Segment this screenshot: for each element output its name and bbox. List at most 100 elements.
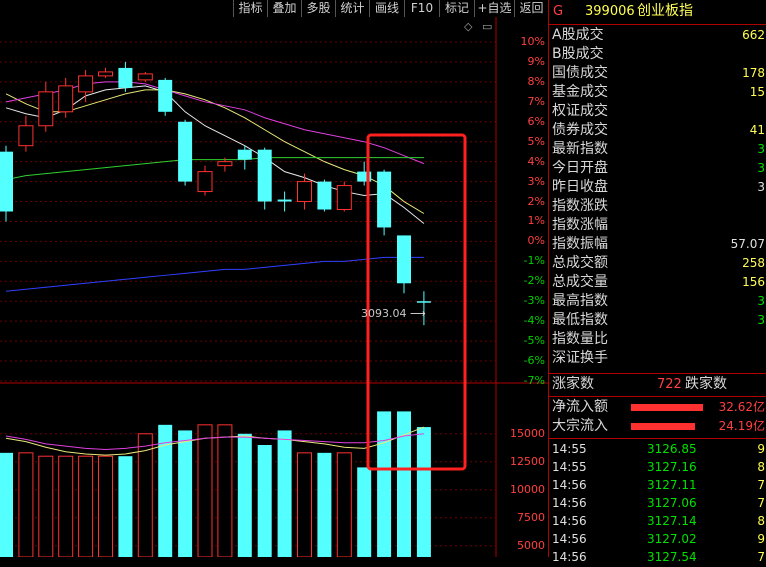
price-tick-label: -1%	[523, 254, 545, 268]
flow-row: 大宗流入 24.19亿	[549, 417, 766, 436]
tick-time: 14:56	[552, 532, 587, 546]
toolbar-indicator-button[interactable]: 指标	[233, 0, 267, 17]
info-row-label: 最低指数	[552, 312, 608, 328]
price-tick-label: 0%	[527, 234, 545, 248]
volume-bar	[277, 430, 292, 557]
volume-bar	[357, 467, 372, 557]
candle-body	[377, 171, 392, 228]
candle-body	[118, 67, 133, 88]
tick-price: 3127.16	[647, 460, 697, 474]
volume-ma-yellow	[5, 426, 425, 456]
tick-volume: 9	[757, 442, 765, 456]
price-tick-label: 1%	[527, 214, 545, 228]
kline-chart[interactable]	[0, 17, 548, 557]
info-row-label: 深证换手	[552, 350, 608, 366]
price-tick-label: -5%	[523, 334, 545, 348]
candle-body	[38, 91, 54, 127]
volume-tick-label: 5000	[517, 538, 545, 552]
candle-body	[78, 75, 94, 93]
candle-body	[317, 181, 332, 210]
volume-bar	[38, 455, 54, 557]
index-code: 399006	[585, 4, 635, 19]
tick-row: 14:56 3127.11 7	[549, 476, 766, 495]
tick-volume: 8	[757, 514, 765, 528]
info-row-label: 国债成交	[552, 65, 608, 81]
info-row-label: 今日开盘	[552, 160, 608, 176]
info-row: 指数量比	[549, 330, 766, 349]
info-row: 基金成交 15	[549, 83, 766, 102]
volume-bar	[137, 433, 153, 557]
volume-ma-magenta	[5, 433, 424, 450]
tick-row: 14:56 3127.14 8	[549, 512, 766, 531]
tick-time: 14:55	[552, 442, 587, 456]
toolbar-multi-stock-button[interactable]: 多股	[301, 0, 335, 17]
volume-bar	[18, 452, 34, 557]
info-row: 昨日收盘 3	[549, 178, 766, 197]
info-row-value: 258	[742, 256, 765, 270]
info-row: 指数涨跌	[549, 197, 766, 216]
toolbar-add-watchlist-button[interactable]: +自选	[474, 0, 514, 17]
info-row-label: 债券成交	[552, 122, 608, 138]
candle-body	[178, 121, 193, 182]
candle-body	[18, 125, 34, 147]
price-tick-label: 10%	[520, 35, 545, 48]
window-toggle-icon[interactable]: ▭	[482, 20, 492, 33]
info-row-label: 指数涨幅	[552, 217, 608, 233]
volume-bar	[257, 445, 272, 557]
candle-body	[297, 181, 312, 203]
toolbar-overlay-button[interactable]: 叠加	[267, 0, 301, 17]
chart-toolbar: 指标 叠加 多股 统计 画线 F10 标记 +自选 返回	[0, 0, 548, 17]
candle-body	[237, 149, 252, 160]
info-row-value: 3	[757, 294, 765, 308]
volume-bar	[178, 430, 193, 557]
tick-price: 3127.02	[647, 532, 697, 546]
volume-tick-label: 15000	[510, 426, 545, 440]
tick-row: 14:56 3127.02 9	[549, 530, 766, 549]
info-row-label: 最高指数	[552, 293, 608, 309]
price-tick-label: -2%	[523, 274, 545, 288]
info-row: 最新指数 3	[549, 140, 766, 159]
info-row: A股成交 662	[549, 26, 766, 45]
info-row-label: 总成交额	[552, 255, 608, 271]
info-row: 权证成交	[549, 102, 766, 121]
candle-body	[58, 85, 74, 113]
volume-bar	[78, 455, 94, 557]
candle-body	[416, 301, 431, 303]
info-row: 最低指数 3	[549, 311, 766, 330]
candle-body	[336, 185, 352, 211]
toolbar-stats-button[interactable]: 统计	[335, 0, 369, 17]
index-info-panel: G 399006 创业板指 A股成交 662 B股成交 国债成交 178 基金成交 15 权证…	[548, 0, 766, 564]
candle-body	[217, 161, 233, 167]
candle-body	[137, 73, 153, 81]
flow-label: 大宗流入	[552, 418, 608, 434]
low-price-annotation: 3093.04 ⟶	[361, 307, 426, 320]
tick-price: 3127.11	[647, 478, 697, 492]
tick-time: 14:56	[552, 550, 587, 564]
volume-bar	[317, 452, 332, 557]
info-row: 最高指数 3	[549, 292, 766, 311]
toolbar-f10-button[interactable]: F10	[404, 0, 439, 17]
tick-row: 14:56 3127.54 7	[549, 548, 766, 567]
diamond-icon[interactable]: ◇	[464, 20, 472, 33]
price-tick-label: -7%	[523, 374, 545, 387]
info-row-value: 178	[742, 66, 765, 80]
info-row-label: 指数振幅	[552, 236, 608, 252]
flow-label: 净流入额	[552, 399, 608, 415]
info-row-value: 662	[742, 28, 765, 42]
volume-bar	[0, 452, 13, 557]
toolbar-back-button[interactable]: 返回	[514, 0, 548, 17]
tick-volume: 7	[757, 550, 765, 564]
toolbar-mark-button[interactable]: 标记	[439, 0, 474, 17]
info-row-value: 156	[742, 275, 765, 289]
candle-body	[397, 235, 411, 284]
info-row-label: 指数涨跌	[552, 198, 608, 214]
info-row: 总成交额 258	[549, 254, 766, 273]
price-tick-label: 3%	[527, 174, 545, 188]
info-row-value: 41	[749, 123, 765, 137]
info-row: 今日开盘 3	[549, 159, 766, 178]
info-row: 国债成交 178	[549, 64, 766, 83]
toolbar-draw-line-button[interactable]: 画线	[369, 0, 404, 17]
volume-tick-label: 10000	[510, 482, 545, 496]
up-count-label: 涨家数	[552, 376, 594, 392]
info-row-label: A股成交	[552, 27, 604, 43]
